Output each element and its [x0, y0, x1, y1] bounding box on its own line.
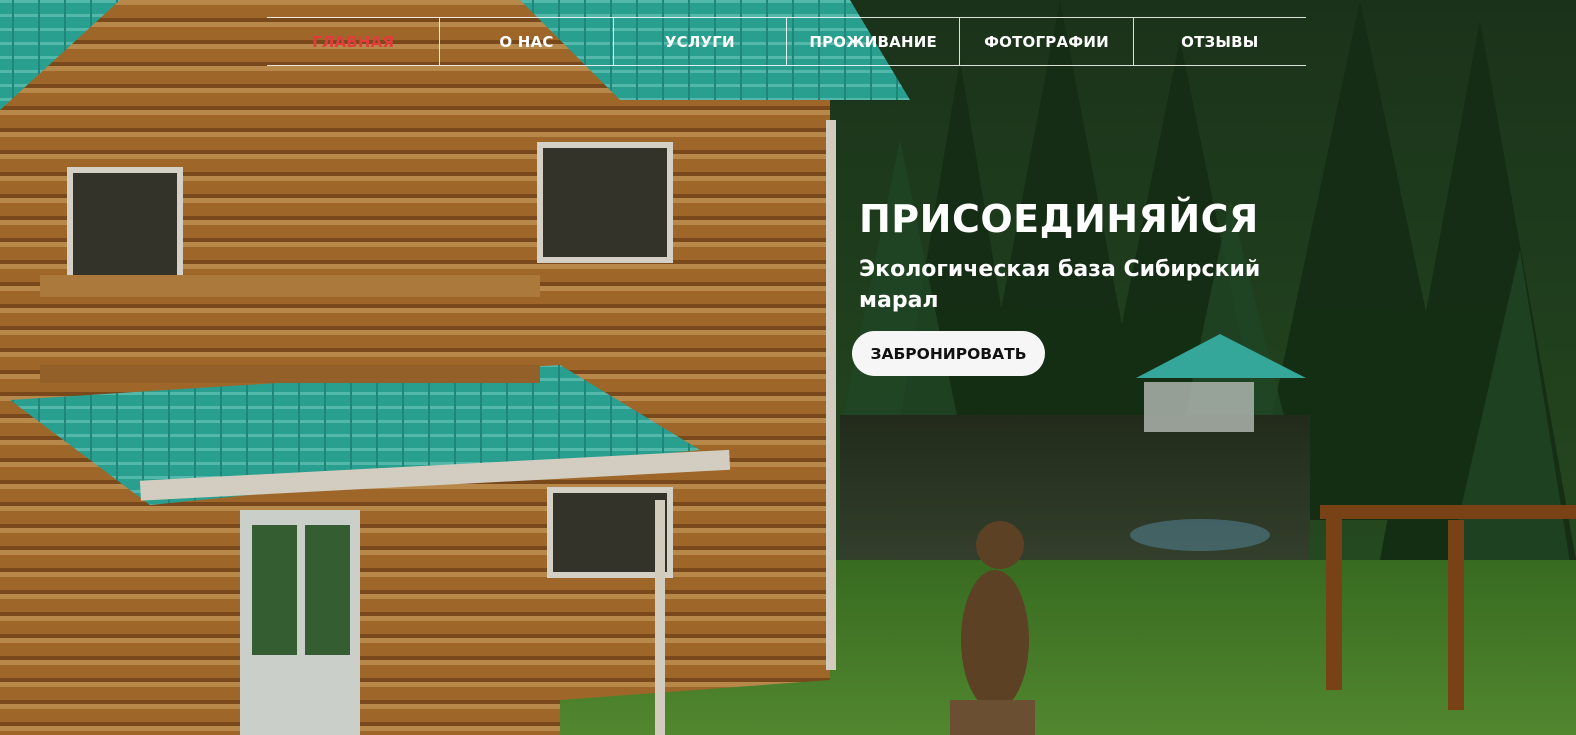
hero-section: ГЛАВНАЯ О НАС УСЛУГИ ПРОЖИВАНИЕ ФОТОГРАФ… — [0, 0, 1576, 735]
main-navigation: ГЛАВНАЯ О НАС УСЛУГИ ПРОЖИВАНИЕ ФОТОГРАФ… — [267, 17, 1306, 66]
nav-item-home[interactable]: ГЛАВНАЯ — [267, 18, 439, 65]
hero-title: ПРИСОЕДИНЯЙСЯ — [859, 197, 1259, 241]
nav-item-accommodation[interactable]: ПРОЖИВАНИЕ — [785, 18, 959, 65]
nav-item-photos[interactable]: ФОТОГРАФИИ — [959, 18, 1132, 65]
book-button[interactable]: ЗАБРОНИРОВАТЬ — [852, 331, 1045, 376]
nav-item-reviews[interactable]: ОТЗЫВЫ — [1132, 18, 1306, 65]
hero-background-image — [0, 0, 1576, 735]
hero-content: ПРИСОЕДИНЯЙСЯ Экологическая база Сибирск… — [859, 196, 1329, 316]
nav-item-services[interactable]: УСЛУГИ — [612, 18, 786, 65]
nav-item-about[interactable]: О НАС — [439, 18, 612, 65]
hero-subtitle: Экологическая база Сибирский марал — [859, 257, 1261, 313]
